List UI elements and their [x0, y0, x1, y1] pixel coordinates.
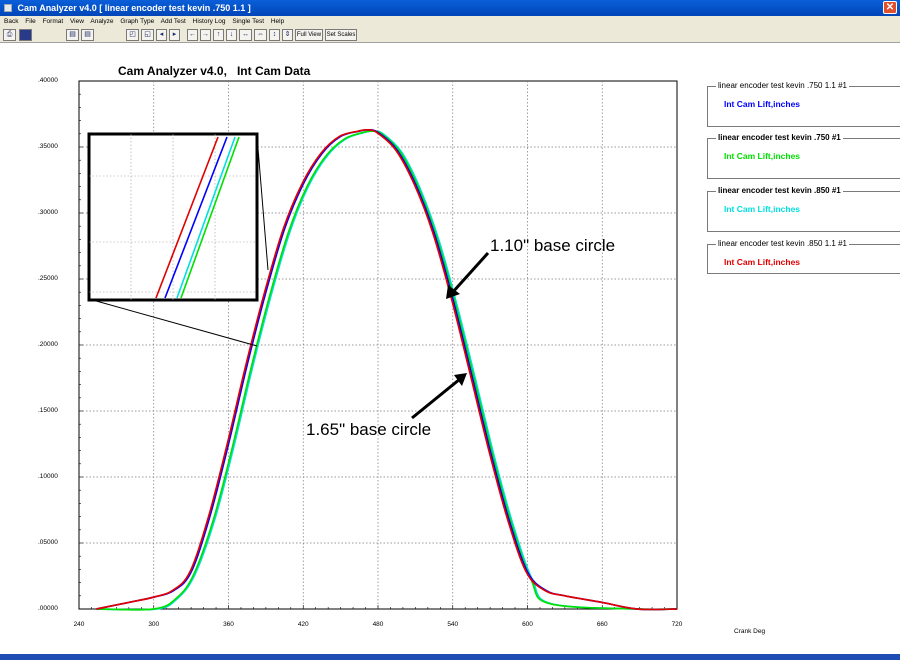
x-tick-label: 480 [372, 621, 384, 628]
x-tick-label: 420 [297, 621, 309, 628]
legend-title: linear encoder test kevin .850 1.1 #1 [716, 239, 849, 248]
legend-series-label: Int Cam Lift,inches [724, 257, 801, 267]
x-tick-label: 720 [671, 621, 683, 628]
annotation-165-base-circle: 1.65" base circle [306, 420, 432, 439]
y-tick-label: .15000 [38, 407, 58, 414]
legend-series-label: Int Cam Lift,inches [724, 99, 801, 109]
legend-series-label: Int Cam Lift,inches [724, 204, 801, 214]
legend-title: linear encoder test kevin .850 #1 [716, 186, 843, 195]
bottom-border [0, 654, 900, 660]
y-tick-label: .30000 [38, 209, 58, 216]
legend-title: linear encoder test kevin .750 1.1 #1 [716, 81, 849, 90]
y-tick-label: .20000 [38, 341, 58, 348]
x-axis-label: Crank Deg [734, 628, 766, 635]
legend-item: linear encoder test kevin .750 #1 Int Ca… [707, 133, 900, 179]
annotation-110-base-circle: 1.10" base circle [490, 236, 616, 255]
legend-item: linear encoder test kevin .850 #1 Int Ca… [707, 186, 900, 232]
x-tick-label: 360 [223, 621, 234, 628]
legend-series-label: Int Cam Lift,inches [724, 151, 801, 161]
y-tick-label: .10000 [38, 473, 58, 480]
legend-item: linear encoder test kevin .850 1.1 #1 In… [707, 239, 900, 274]
y-tick-label: .40000 [38, 77, 58, 84]
x-tick-label: 240 [73, 621, 85, 628]
y-tick-label: .25000 [38, 275, 58, 282]
y-tick-label: .00000 [38, 605, 58, 612]
x-tick-label: 540 [447, 621, 459, 628]
y-tick-label: .35000 [38, 143, 58, 150]
x-tick-label: 660 [596, 621, 608, 628]
legend-title: linear encoder test kevin .750 #1 [716, 133, 843, 142]
x-tick-label: 600 [522, 621, 533, 628]
x-tick-label: 300 [148, 621, 160, 628]
legend-item: linear encoder test kevin .750 1.1 #1 In… [707, 81, 900, 127]
y-tick-label: .05000 [38, 539, 58, 546]
